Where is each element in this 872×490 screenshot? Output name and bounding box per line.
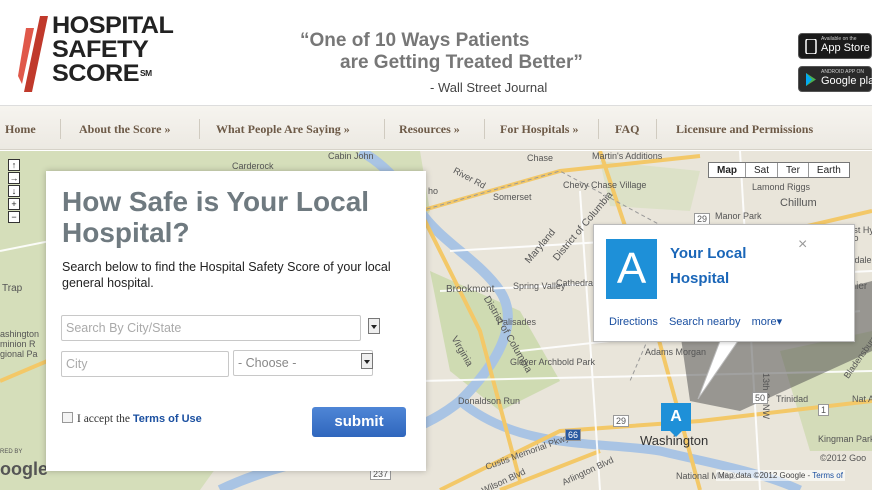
map-label: Chillum: [780, 197, 817, 209]
google-play-label: Google play: [821, 75, 872, 87]
infowindow-title[interactable]: Your Local Hospital: [670, 241, 790, 291]
pan-right-icon[interactable]: →: [8, 172, 20, 184]
state-select-value: - Choose -: [238, 356, 297, 370]
nav-divider: [598, 119, 599, 139]
state-select[interactable]: - Choose -: [233, 350, 373, 376]
logo-shield-icon: [18, 16, 48, 92]
pan-down-icon[interactable]: ↓: [8, 185, 20, 197]
map-label: Nat Arbor: [852, 394, 872, 404]
chevron-down-icon[interactable]: [361, 353, 373, 369]
map-type-map[interactable]: Map: [709, 163, 746, 177]
route-shield: 50: [752, 392, 769, 404]
logo-text: HOSPITAL SAFETY SCORESM: [52, 12, 174, 87]
route-shield: 66: [565, 429, 582, 441]
quote-source: - Wall Street Journal: [430, 80, 548, 95]
nav-divider: [60, 119, 61, 139]
infowindow-links: Directions Search nearby more▾: [609, 315, 790, 328]
city-placeholder: City: [66, 357, 88, 371]
site-header: HOSPITAL SAFETY SCORESM “One of 10 Ways …: [0, 0, 872, 106]
map-label: Brookmont: [446, 284, 495, 295]
map-type-sat[interactable]: Sat: [746, 163, 779, 177]
app-store-label: App Store: [821, 42, 870, 54]
search-nearby-link[interactable]: Search nearby: [669, 316, 741, 328]
map-canvas[interactable]: Cabin John Carderock Chase Martin's Addi…: [0, 151, 872, 490]
city-input[interactable]: City: [61, 351, 229, 377]
route-shield: 29: [613, 415, 630, 427]
map-label: Martin's Additions: [592, 151, 663, 161]
main-nav: Home About the Score » What People Are S…: [0, 106, 872, 150]
map-label: ashington minion R gional Pa: [0, 329, 40, 359]
quote-line2: are Getting Treated Better”: [340, 52, 583, 73]
logo-line2: SAFETY: [52, 36, 149, 63]
map-label: ho: [428, 186, 439, 196]
route-shield: 1: [818, 404, 830, 416]
google-logo: oogle: [0, 459, 48, 479]
accept-text: I accept the: [77, 413, 133, 425]
pan-up-icon[interactable]: ↑: [8, 159, 20, 171]
search-panel: How Safe is Your Local Hospital? Search …: [46, 171, 426, 471]
zoom-out-icon[interactable]: −: [8, 211, 20, 223]
chevron-down-icon[interactable]: [368, 318, 380, 334]
map-label: Chase: [527, 153, 554, 163]
nav-resources[interactable]: Resources »: [399, 106, 460, 150]
nav-faq[interactable]: FAQ: [615, 106, 639, 150]
logo-mark: SM: [140, 69, 152, 78]
app-store-button[interactable]: Available on the App Store: [798, 33, 872, 59]
terms-of-use-link[interactable]: Terms of Use: [133, 413, 202, 425]
map-zoom-controls: ↑ → ↓ + −: [8, 159, 22, 224]
map-label: Lamond Riggs: [752, 182, 811, 192]
quote-line1: “One of 10 Ways Patients: [300, 30, 530, 51]
infowindow-marker-icon: A: [606, 239, 657, 299]
map-label: RED BY: [0, 449, 23, 455]
map-type-earth[interactable]: Earth: [809, 163, 849, 177]
close-icon[interactable]: ×: [798, 236, 807, 254]
nav-licensure[interactable]: Licensure and Permissions: [676, 106, 813, 150]
map-label: Manor Park: [715, 211, 762, 221]
map-marker-a[interactable]: A: [661, 403, 691, 437]
nav-about[interactable]: About the Score »: [79, 106, 170, 150]
infowindow-tail: [697, 341, 739, 400]
map-label: Kingman Park: [818, 434, 872, 444]
google-play-button[interactable]: ANDROID APP ON Google play: [798, 66, 872, 92]
map-label: Trap: [2, 283, 23, 294]
nav-divider: [484, 119, 485, 139]
nav-for-hospitals[interactable]: For Hospitals »: [500, 106, 578, 150]
phone-icon: [805, 39, 817, 54]
map-type-ter[interactable]: Ter: [778, 163, 809, 177]
map-copyright-year: ©2012 Goo: [820, 453, 867, 463]
map-label: Trinidad: [776, 394, 809, 404]
accept-terms-checkbox[interactable]: [62, 412, 73, 423]
map-label: Donaldson Run: [458, 396, 521, 406]
logo-line3: SCORESM: [52, 60, 152, 87]
zoom-in-icon[interactable]: +: [8, 198, 20, 210]
nav-divider: [384, 119, 385, 139]
directions-link[interactable]: Directions: [609, 316, 658, 328]
accept-terms[interactable]: I accept the Terms of Use: [62, 412, 202, 425]
nav-divider: [656, 119, 657, 139]
map-infowindow: A Your Local Hospital × Directions Searc…: [593, 224, 855, 342]
map-label: Cabin John: [328, 151, 374, 161]
nav-home[interactable]: Home: [5, 106, 36, 150]
play-icon: [806, 73, 816, 86]
city-state-search-select[interactable]: Search By City/State: [61, 315, 380, 341]
more-link[interactable]: more▾: [752, 316, 783, 328]
map-terms-link[interactable]: Terms of: [812, 471, 843, 480]
site-logo[interactable]: HOSPITAL SAFETY SCORESM: [14, 12, 184, 94]
map-label: Carderock: [232, 161, 274, 171]
map-type-control: Map Sat Ter Earth: [708, 162, 850, 178]
submit-button[interactable]: submit: [312, 407, 406, 437]
map-copyright: Map data ©2012 Google - Terms of: [716, 470, 845, 481]
logo-line1: HOSPITAL: [52, 12, 174, 39]
city-state-placeholder: Search By City/State: [66, 321, 182, 335]
nav-divider: [199, 119, 200, 139]
panel-description: Search below to find the Hospital Safety…: [62, 260, 391, 290]
panel-title: How Safe is Your Local Hospital?: [62, 186, 370, 248]
map-label: Somerset: [493, 192, 532, 202]
map-label: Chevy Chase Village: [563, 180, 647, 190]
nav-what-people-say[interactable]: What People Are Saying »: [216, 106, 350, 150]
